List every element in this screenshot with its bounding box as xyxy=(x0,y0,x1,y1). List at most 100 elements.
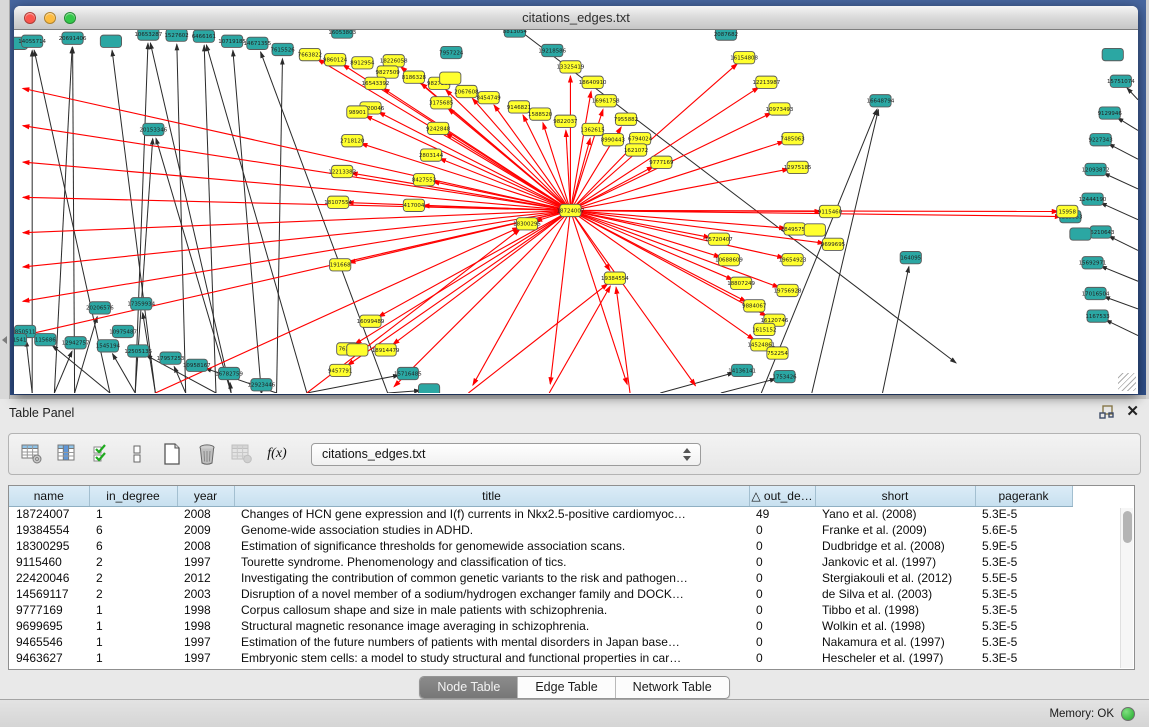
table-cell[interactable]: 1998 xyxy=(177,618,234,634)
graph-node-2718120[interactable]: 2718120 xyxy=(340,135,365,147)
graph-node-10973493[interactable]: 10973493 xyxy=(766,103,794,115)
memory-status-indicator[interactable] xyxy=(1121,707,1135,721)
graph-edge[interactable] xyxy=(348,210,571,365)
table-cell[interactable]: 19384554 xyxy=(9,522,89,538)
graph-node-9129946[interactable]: 9129946 xyxy=(1098,107,1123,119)
graph-node-1588520[interactable]: 1588520 xyxy=(528,108,553,120)
graph-node-8186328[interactable]: 8186328 xyxy=(402,71,427,83)
graph-node-1615152[interactable]: 1615152 xyxy=(752,323,776,335)
graph-edge[interactable] xyxy=(54,351,72,393)
table-row[interactable]: 946554611997Estimation of the future num… xyxy=(9,634,1119,650)
table-row[interactable]: 946362711997Embryonic stem cells: a mode… xyxy=(9,650,1119,666)
graph-node-18640910[interactable]: 18640910 xyxy=(579,76,607,88)
graph-node-1362615[interactable]: 1362615 xyxy=(581,123,606,135)
table-cell[interactable]: 1997 xyxy=(177,554,234,570)
table-cell[interactable]: 2009 xyxy=(177,522,234,538)
table-cell[interactable]: 1 xyxy=(89,506,177,522)
graph-node-8990443[interactable]: 8990443 xyxy=(601,134,626,146)
table-cell[interactable]: 0 xyxy=(749,522,815,538)
table-cell[interactable]: 9115460 xyxy=(9,554,89,570)
close-panel-icon[interactable]: ✕ xyxy=(1126,404,1139,420)
graph-node-1527602[interactable]: 1527602 xyxy=(164,30,188,41)
graph-node-18807249[interactable]: 18807249 xyxy=(727,277,755,289)
graph-node[interactable] xyxy=(804,224,825,236)
graph-node-752254[interactable]: 752254 xyxy=(767,347,788,359)
table-cell[interactable]: 1 xyxy=(89,634,177,650)
table-cell[interactable]: 18724007 xyxy=(9,506,89,522)
table-cell[interactable]: Stergiakouli et al. (2012) xyxy=(815,570,975,586)
graph-edge[interactable] xyxy=(1109,144,1138,159)
graph-node-18107554[interactable]: 18107554 xyxy=(324,196,352,208)
tab-edge-table[interactable]: Edge Table xyxy=(517,677,614,698)
graph-edge[interactable] xyxy=(307,375,399,393)
table-cell[interactable]: Embryonic stem cells: a model to study s… xyxy=(234,650,749,666)
table-cell[interactable]: 5.3E-5 xyxy=(975,554,1072,570)
graph-node-12444190[interactable]: 12444190 xyxy=(1079,193,1107,205)
table-cell[interactable]: 14569117 xyxy=(9,586,89,602)
table-cell[interactable]: 2 xyxy=(89,570,177,586)
graph-node-8427552[interactable]: 8427552 xyxy=(412,174,436,186)
graph-node-9884067[interactable]: 9884067 xyxy=(742,300,767,312)
table-cell[interactable]: 5.3E-5 xyxy=(975,506,1072,522)
graph-edge[interactable] xyxy=(812,110,879,393)
graph-node-8912954[interactable]: 8912954 xyxy=(350,57,375,69)
graph-node-10719185[interactable]: 10719185 xyxy=(218,35,246,47)
table-cell[interactable]: 5.3E-5 xyxy=(975,602,1072,618)
graph-node-15716485[interactable]: 15716485 xyxy=(394,367,422,379)
graph-node-7485063[interactable]: 7485063 xyxy=(780,133,805,145)
column-header-6[interactable]: pagerank xyxy=(975,486,1072,506)
graph-edge[interactable] xyxy=(361,144,570,211)
table-cell[interactable]: Tourette syndrome. Phenomenology and cla… xyxy=(234,554,749,570)
table-cell[interactable]: 5.3E-5 xyxy=(975,618,1072,634)
graph-node-2803144[interactable]: 2803144 xyxy=(419,149,444,161)
table-row[interactable]: 1938455462009Genome-wide association stu… xyxy=(9,522,1119,538)
graph-node-19218586[interactable]: 19218586 xyxy=(538,44,566,56)
table-cell[interactable]: 0 xyxy=(749,586,815,602)
table-cell[interactable]: Genome-wide association studies in ADHD. xyxy=(234,522,749,538)
graph-edge[interactable] xyxy=(277,59,283,393)
graph-node[interactable] xyxy=(440,72,461,84)
graph-node-12213987[interactable]: 12213987 xyxy=(753,76,781,88)
table-cell[interactable]: 1 xyxy=(89,650,177,666)
panel-collapse-arrow-icon[interactable] xyxy=(2,336,7,344)
table-row[interactable]: 1830029562008Estimation of significance … xyxy=(9,538,1119,554)
table-cell[interactable]: 5.3E-5 xyxy=(975,650,1072,666)
graph-node-15958[interactable]: 15958 xyxy=(1057,205,1078,217)
graph-node-9827509[interactable]: 9827509 xyxy=(376,66,401,78)
graph-edge[interactable] xyxy=(355,210,570,344)
graph-edge[interactable] xyxy=(440,158,571,210)
table-scrollbar[interactable] xyxy=(1120,508,1133,668)
table-cell[interactable]: 1997 xyxy=(177,650,234,666)
graph-node-14136141[interactable]: 14136141 xyxy=(728,364,756,376)
select-columns-button[interactable] xyxy=(89,441,115,467)
graph-edge[interactable] xyxy=(549,286,610,393)
graph-node-9242848[interactable]: 9242848 xyxy=(426,122,451,134)
graph-edge[interactable] xyxy=(75,317,98,393)
table-cell[interactable]: 6 xyxy=(89,538,177,554)
table-cell[interactable]: 5.5E-5 xyxy=(975,570,1072,586)
graph-node-9777169[interactable]: 9777169 xyxy=(649,156,674,168)
graph-edge[interactable] xyxy=(113,354,136,393)
network-window[interactable]: citations_edges.txt 14055714206914061065… xyxy=(14,6,1138,394)
graph-node-1167533[interactable]: 1167533 xyxy=(1085,310,1110,322)
table-cell[interactable]: 1 xyxy=(89,602,177,618)
table-cell[interactable]: 0 xyxy=(749,570,815,586)
graph-node-18914479[interactable]: 18914479 xyxy=(372,344,400,356)
graph-node-18724007[interactable]: 18724007 xyxy=(557,204,585,216)
column-header-2[interactable]: year xyxy=(177,486,234,506)
graph-edge[interactable] xyxy=(1101,266,1138,281)
graph-node-20206576[interactable]: 20206576 xyxy=(86,302,114,314)
column-header-5[interactable]: short xyxy=(815,486,975,506)
graph-edge[interactable] xyxy=(660,373,733,393)
table-cell[interactable]: Jankovic et al. (1997) xyxy=(815,554,975,570)
table-cell[interactable]: Estimation of the future numbers of pati… xyxy=(234,634,749,650)
graph-edge[interactable] xyxy=(26,341,32,393)
graph-node-417004[interactable]: 417004 xyxy=(403,199,424,211)
table-row[interactable]: 911546021997Tourette syndrome. Phenomeno… xyxy=(9,554,1119,570)
table-cell[interactable]: Corpus callosum shape and size in male p… xyxy=(234,602,749,618)
graph-node-20153346[interactable]: 20153346 xyxy=(140,123,168,135)
table-cell[interactable]: 49 xyxy=(749,506,815,522)
table-cell[interactable]: 1 xyxy=(89,618,177,634)
graph-edge[interactable] xyxy=(1117,118,1138,131)
delete-table-button[interactable] xyxy=(229,441,255,467)
